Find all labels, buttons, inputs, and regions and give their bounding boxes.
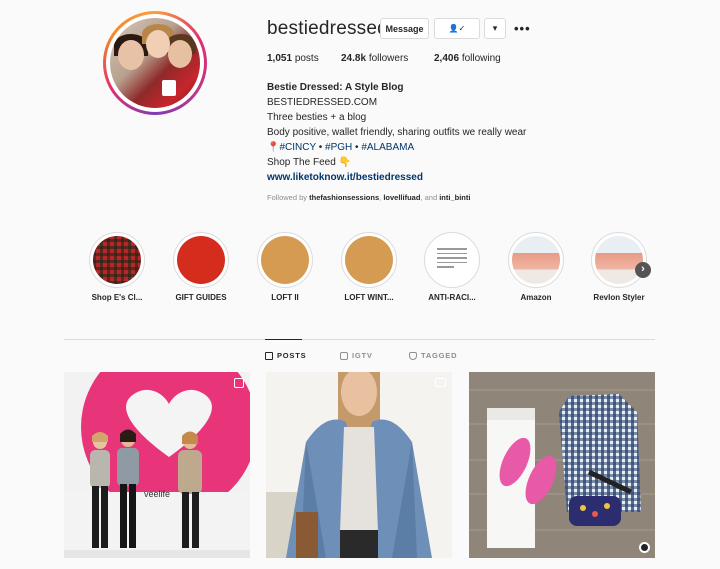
shop-feed-text: Shop The Feed	[267, 157, 336, 168]
tab-tagged[interactable]: TAGGED	[409, 351, 457, 360]
highlight-cover	[261, 236, 309, 284]
hashtag-link[interactable]: #PGH	[325, 142, 352, 153]
grid-icon	[265, 351, 273, 360]
highlight-cover	[93, 236, 141, 284]
tab-posts[interactable]: POSTS	[265, 351, 306, 360]
highlight-label: ANTI-RACI...	[428, 293, 476, 302]
suggestions-dropdown-button[interactable]: ▾	[484, 18, 506, 39]
followed-by: Followed by thefashionsessions, lovellif…	[267, 193, 470, 202]
hashtag-link[interactable]: #CINCY	[279, 142, 316, 153]
tv-icon	[340, 351, 348, 360]
highlight-label: Amazon	[520, 293, 552, 302]
story-highlight[interactable]: Amazon	[499, 232, 573, 302]
profile-bio: Bestie Dressed: A Style Blog BESTIEDRESS…	[267, 80, 567, 185]
bio-line: Three besties + a blog	[267, 112, 367, 123]
user-check-icon: 👤✓	[448, 24, 466, 33]
followers-stat[interactable]: 24.8k followers	[341, 53, 408, 64]
bio-hashtags: 📍#CINCY • #PGH • #ALABAMA	[267, 140, 567, 155]
more-options-icon[interactable]: •••	[514, 21, 531, 36]
post-image	[64, 372, 250, 558]
separator: ,	[379, 193, 382, 202]
highlight-cover	[428, 236, 476, 284]
tab-label: POSTS	[277, 351, 307, 360]
story-highlight[interactable]: Shop E's Cl...	[80, 232, 154, 302]
story-highlight[interactable]: LOFT II	[248, 232, 322, 302]
tabs-divider	[64, 339, 655, 340]
followers-label: followers	[368, 53, 409, 64]
shopping-icon	[639, 542, 650, 553]
highlight-cover	[345, 236, 393, 284]
highlight-label: Revlon Styler	[593, 293, 645, 302]
camera-icon	[435, 378, 446, 387]
highlight-label: LOFT II	[271, 293, 299, 302]
post-thumbnail[interactable]	[266, 372, 452, 558]
tab-label: IGTV	[352, 351, 373, 360]
posts-label: posts	[294, 53, 319, 64]
bio-line: Shop The Feed 👇	[267, 155, 567, 170]
avatar-photo	[110, 18, 200, 108]
separator: •	[315, 142, 326, 153]
highlight-label: Shop E's Cl...	[91, 293, 143, 302]
message-button[interactable]: Message	[380, 18, 429, 39]
highlight-cover	[512, 236, 560, 284]
pin-icon: 📍	[267, 142, 280, 153]
following-count: 2,406	[434, 53, 460, 64]
pointing-down-icon: 👇	[338, 157, 351, 168]
post-thumbnail[interactable]	[469, 372, 655, 558]
follower-link[interactable]: thefashionsessions	[309, 193, 379, 202]
highlight-label: LOFT WINT...	[344, 293, 394, 302]
separator: , and	[420, 193, 438, 202]
bio-line: BESTIEDRESSED.COM	[267, 97, 378, 108]
story-highlight[interactable]: LOFT WINT...	[332, 232, 406, 302]
chevron-down-icon: ▾	[492, 23, 498, 33]
followed-by-prefix: Followed by	[267, 193, 308, 202]
posts-stat: 1,051 posts	[267, 53, 319, 64]
story-highlight[interactable]: GIFT GUIDES	[164, 232, 238, 302]
follower-link[interactable]: lovellifuad	[383, 193, 420, 202]
following-button[interactable]: 👤✓	[434, 18, 480, 39]
followers-count: 24.8k	[341, 53, 367, 64]
profile-username: bestiedressed	[267, 18, 388, 39]
post-image	[266, 372, 452, 558]
tab-label: TAGGED	[421, 351, 458, 360]
profile-avatar[interactable]	[103, 11, 207, 115]
highlight-label: GIFT GUIDES	[175, 293, 227, 302]
highlight-cover	[595, 236, 643, 284]
post-overlay-text: veelife	[144, 489, 171, 499]
multiple-posts-icon	[234, 378, 244, 388]
story-highlight[interactable]: ANTI-RACI...	[415, 232, 489, 302]
following-stat[interactable]: 2,406 following	[434, 53, 501, 64]
hashtag-link[interactable]: #ALABAMA	[361, 142, 414, 153]
highlight-cover	[177, 236, 225, 284]
following-label: following	[461, 53, 501, 64]
bio-line: Body positive, wallet friendly, sharing …	[267, 127, 527, 138]
posts-count: 1,051	[267, 53, 293, 64]
profile-full-name: Bestie Dressed: A Style Blog	[267, 82, 404, 93]
chevron-right-icon[interactable]: ›	[635, 262, 651, 278]
post-image	[469, 372, 655, 558]
active-tab-indicator	[265, 339, 302, 340]
tab-igtv[interactable]: IGTV	[340, 351, 373, 360]
post-thumbnail[interactable]: veelife	[64, 372, 250, 558]
separator: •	[352, 142, 362, 153]
profile-website-link[interactable]: www.liketoknow.it/bestiedressed	[267, 170, 567, 185]
tag-icon	[409, 351, 417, 360]
follower-link[interactable]: inti_binti	[439, 193, 470, 202]
